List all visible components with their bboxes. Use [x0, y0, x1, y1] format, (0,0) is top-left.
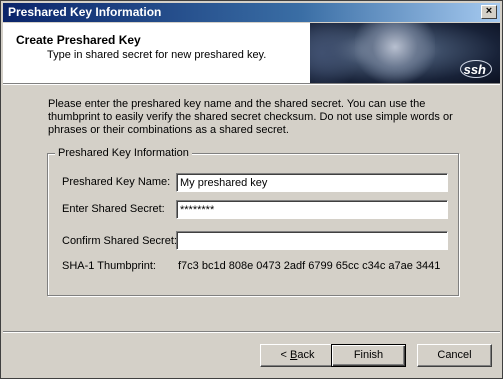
shared-secret-label: Enter Shared Secret: — [62, 203, 165, 215]
key-name-input[interactable] — [176, 173, 448, 192]
window-title: Preshared Key Information — [8, 5, 162, 19]
wizard-header: Create Preshared Key Type in shared secr… — [3, 23, 500, 83]
header-title: Create Preshared Key — [16, 33, 141, 47]
thumbprint-value: f7c3 bc1d 808e 0473 2adf 6799 65cc c34c … — [178, 260, 441, 272]
footer-separator — [3, 331, 500, 333]
back-button[interactable]: < Back — [260, 344, 335, 367]
ssh-logo: ssh — [463, 62, 486, 77]
thumbprint-label: SHA-1 Thumbprint: — [62, 260, 156, 272]
key-name-label: Preshared Key Name: — [62, 176, 171, 188]
face-graphic — [355, 23, 435, 83]
banner-image: ssh — [310, 23, 500, 83]
confirm-secret-label: Confirm Shared Secret: — [62, 235, 177, 247]
dialog-window: Preshared Key Information × Create Presh… — [0, 0, 503, 379]
intro-text: Please enter the preshared key name and … — [48, 98, 453, 136]
header-separator — [3, 83, 500, 85]
header-subtitle: Type in shared secret for new preshared … — [47, 49, 267, 61]
close-button[interactable]: × — [481, 5, 497, 19]
confirm-secret-input[interactable] — [176, 231, 448, 250]
finish-button[interactable]: Finish — [331, 344, 406, 367]
title-bar[interactable]: Preshared Key Information × — [3, 3, 500, 22]
shared-secret-input[interactable] — [176, 200, 448, 219]
groupbox-legend: Preshared Key Information — [55, 147, 192, 159]
cancel-button[interactable]: Cancel — [417, 344, 492, 367]
